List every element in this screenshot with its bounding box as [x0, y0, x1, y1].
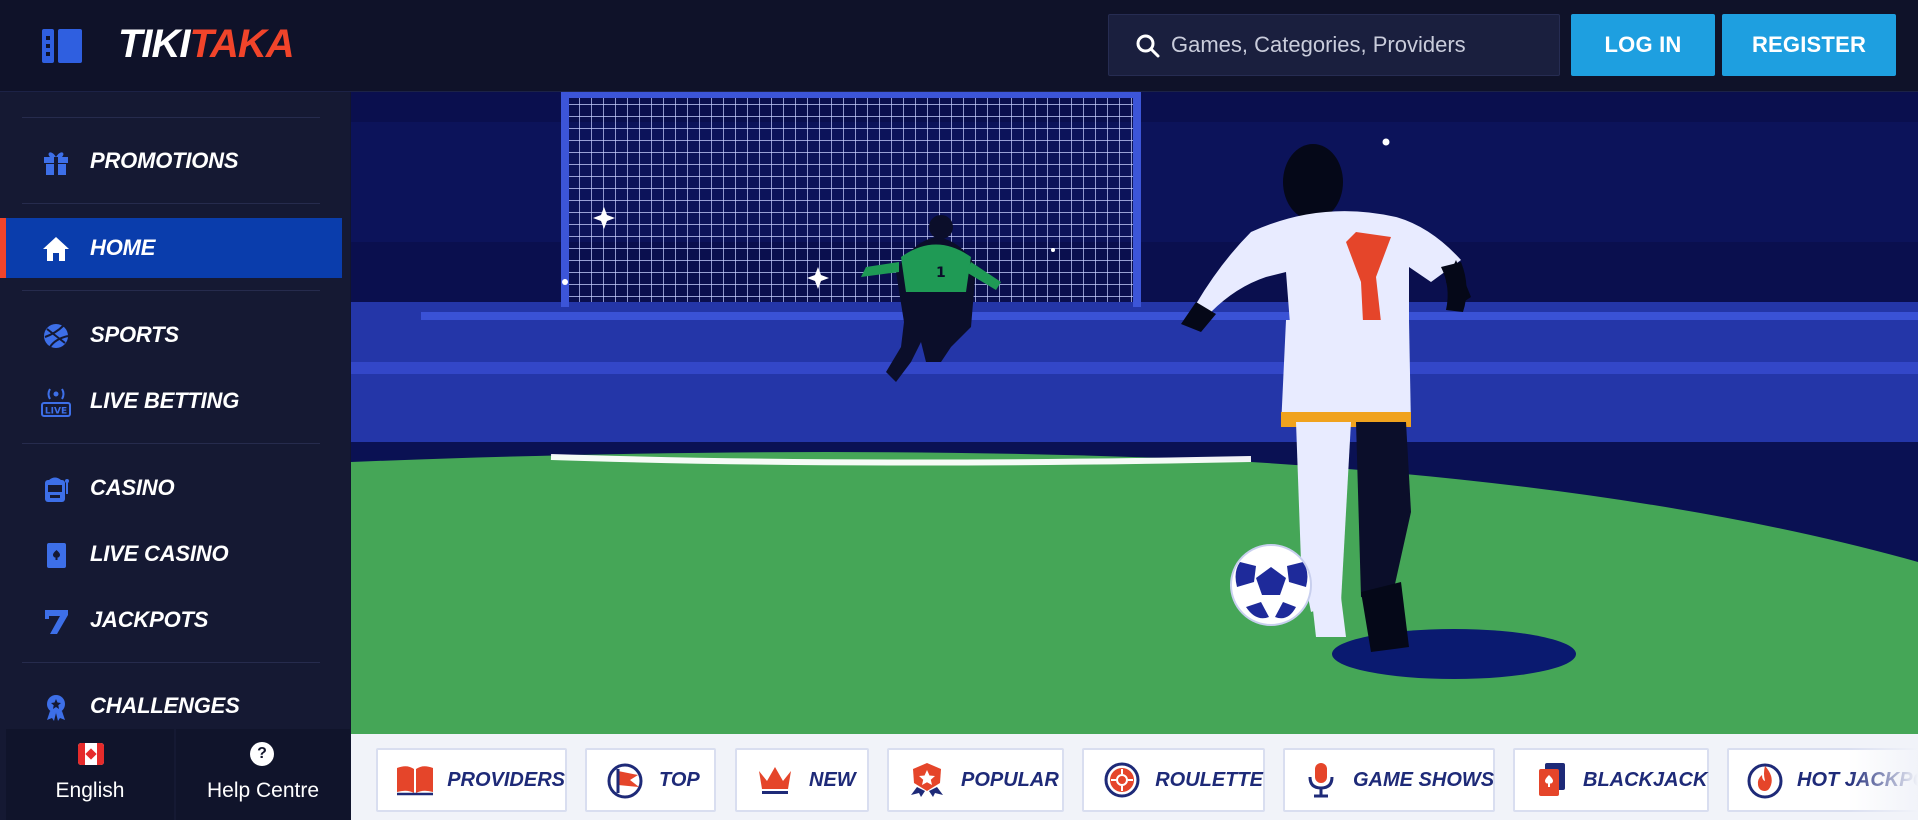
- star-badge-icon: [905, 760, 949, 800]
- category-label: BLACKJACK: [1583, 768, 1708, 791]
- flag-icon: [603, 760, 647, 800]
- brand-logo-part1: TIKI: [118, 22, 191, 66]
- sidebar-item-live-betting[interactable]: LIVE LIVE BETTING: [0, 371, 342, 431]
- sidebar-item-label: JACKPOTS: [90, 607, 209, 632]
- slot-machine-icon: [40, 473, 72, 505]
- category-bar-fade: [1848, 734, 1918, 820]
- help-centre-button[interactable]: ? Help Centre: [176, 729, 350, 820]
- sidebar-item-home[interactable]: HOME: [0, 218, 342, 278]
- category-game-shows[interactable]: GAME SHOWS: [1283, 748, 1495, 812]
- brand-logo-part2: TAKA: [189, 22, 295, 66]
- category-new[interactable]: NEW: [735, 748, 869, 812]
- sidebar-divider: [22, 290, 320, 291]
- canada-flag-icon: [78, 743, 104, 765]
- category-label: NEW: [809, 768, 856, 791]
- card-icon: [40, 539, 72, 571]
- sidebar-item-label: HOME: [90, 235, 156, 260]
- sidebar-item-label: CASINO: [90, 475, 175, 500]
- login-button[interactable]: LOG IN: [1571, 14, 1715, 76]
- brand-logo[interactable]: TIKITAKA: [118, 22, 295, 67]
- sidebar: PROMOTIONS HOME SPORTS LIVE LIVE BETTING: [0, 92, 350, 820]
- gift-icon: [40, 146, 72, 178]
- hero-banner[interactable]: 1: [351, 92, 1918, 734]
- sidebar-item-label: LIVE CASINO: [90, 541, 229, 566]
- app-root: TIKITAKA LOG IN REGISTER PROMOTIONS HOME: [0, 0, 1918, 820]
- search-input[interactable]: [1171, 15, 1551, 75]
- category-label: ROULETTE: [1155, 768, 1263, 791]
- category-blackjack[interactable]: BLACKJACK: [1513, 748, 1709, 812]
- sidebar-divider: [22, 117, 320, 118]
- svg-text:LIVE: LIVE: [45, 407, 67, 417]
- language-label: English: [55, 779, 125, 802]
- sidebar-item-promotions[interactable]: PROMOTIONS: [0, 131, 342, 191]
- category-label: TOP: [659, 768, 700, 791]
- sidebar-divider: [22, 662, 320, 663]
- sidebar-item-live-casino[interactable]: LIVE CASINO: [0, 524, 342, 584]
- live-icon: LIVE: [40, 386, 72, 418]
- category-label: POPULAR: [961, 768, 1059, 791]
- category-providers[interactable]: PROVIDERS: [376, 748, 567, 812]
- sidebar-divider: [22, 443, 320, 444]
- register-button[interactable]: REGISTER: [1722, 14, 1896, 76]
- crown-icon: [753, 760, 797, 800]
- category-bar: PROVIDERS TOP NEW POPULAR ROULETTE GAME …: [351, 734, 1918, 820]
- search-icon: [1136, 34, 1160, 58]
- roulette-icon: [1100, 760, 1143, 800]
- sidebar-item-jackpots[interactable]: JACKPOTS: [0, 590, 342, 650]
- sidebar-item-label: SPORTS: [90, 322, 179, 347]
- help-icon: ?: [250, 742, 274, 766]
- ball-icon: [40, 320, 72, 352]
- svg-text:1: 1: [936, 265, 946, 281]
- sidebar-item-label: LIVE BETTING: [90, 388, 240, 413]
- category-label: GAME SHOWS: [1353, 768, 1495, 791]
- sidebar-item-label: CHALLENGES: [90, 693, 240, 718]
- category-top[interactable]: TOP: [585, 748, 716, 812]
- sidebar-toggle-icon[interactable]: [42, 29, 82, 63]
- help-centre-label: Help Centre: [206, 779, 320, 802]
- home-icon: [40, 233, 72, 265]
- seven-icon: [40, 605, 72, 637]
- category-popular[interactable]: POPULAR: [887, 748, 1064, 812]
- top-header: TIKITAKA LOG IN REGISTER: [0, 0, 1918, 92]
- flame-icon: [1745, 760, 1785, 800]
- category-label: PROVIDERS: [447, 768, 565, 791]
- sidebar-item-challenges[interactable]: CHALLENGES: [0, 676, 342, 736]
- search-box[interactable]: [1108, 14, 1560, 76]
- sidebar-item-sports[interactable]: SPORTS: [0, 305, 342, 365]
- hero-illustration: 1: [351, 92, 1918, 734]
- book-icon: [394, 760, 435, 800]
- soccer-ball: [1230, 544, 1312, 626]
- sidebar-item-label: PROMOTIONS: [90, 148, 239, 173]
- sidebar-divider: [22, 203, 320, 204]
- language-selector[interactable]: English: [6, 729, 174, 820]
- sidebar-item-casino[interactable]: CASINO: [0, 458, 342, 518]
- microphone-icon: [1301, 760, 1341, 800]
- category-roulette[interactable]: ROULETTE: [1082, 748, 1265, 812]
- playing-card-icon: [1531, 760, 1571, 800]
- badge-icon: [40, 691, 72, 723]
